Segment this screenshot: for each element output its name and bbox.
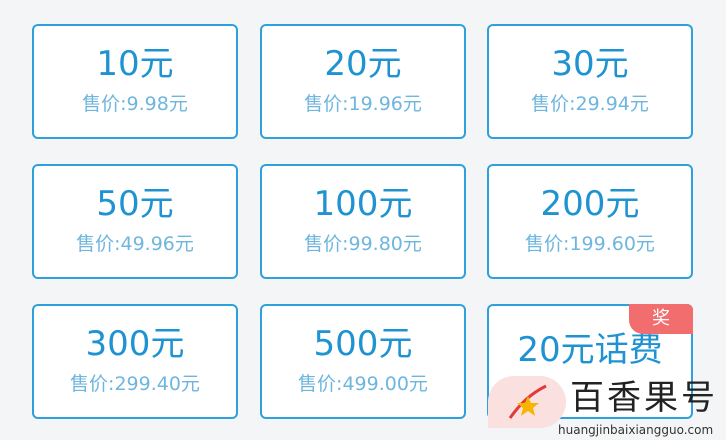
recharge-amount: 200元 [540,184,640,224]
recharge-option-20[interactable]: 20元 售价:19.96元 [260,24,466,139]
watermark-url: huangjinbaixiangguo.com [558,423,714,437]
recharge-option-100[interactable]: 100元 售价:99.80元 [260,164,466,279]
recharge-option-300[interactable]: 300元 售价:299.40元 [32,304,238,419]
recharge-amount: 10元 [96,44,174,84]
recharge-option-500[interactable]: 500元 售价:499.00元 [260,304,466,419]
watermark-brand-name: 百香果号 [570,378,718,418]
recharge-price: 售价:29.94元 [531,93,649,115]
recharge-price: 售价:499.00元 [298,373,428,395]
prize-amount: 20元话费 [517,330,663,370]
recharge-option-50[interactable]: 50元 售价:49.96元 [32,164,238,279]
recharge-options-grid: 10元 售价:9.98元 20元 售价:19.96元 30元 售价:29.94元… [0,0,726,440]
recharge-price: 售价:49.96元 [76,233,194,255]
recharge-price: 售价:19.96元 [304,93,422,115]
recharge-option-10[interactable]: 10元 售价:9.98元 [32,24,238,139]
prize-badge: 奖 [629,304,693,334]
recharge-amount: 30元 [551,44,629,84]
watermark-logo-icon [488,376,566,428]
recharge-price: 售价:299.40元 [70,373,200,395]
recharge-amount: 500元 [313,324,413,364]
watermark: 百香果号 huangjinbaixiangguo.com [488,374,726,440]
recharge-price: 售价:99.80元 [304,233,422,255]
recharge-amount: 300元 [85,324,185,364]
recharge-option-200[interactable]: 200元 售价:199.60元 [487,164,693,279]
recharge-option-30[interactable]: 30元 售价:29.94元 [487,24,693,139]
recharge-price: 售价:9.98元 [82,93,188,115]
recharge-price: 售价:199.60元 [525,233,655,255]
recharge-amount: 100元 [313,184,413,224]
recharge-amount: 20元 [324,44,402,84]
recharge-amount: 50元 [96,184,174,224]
